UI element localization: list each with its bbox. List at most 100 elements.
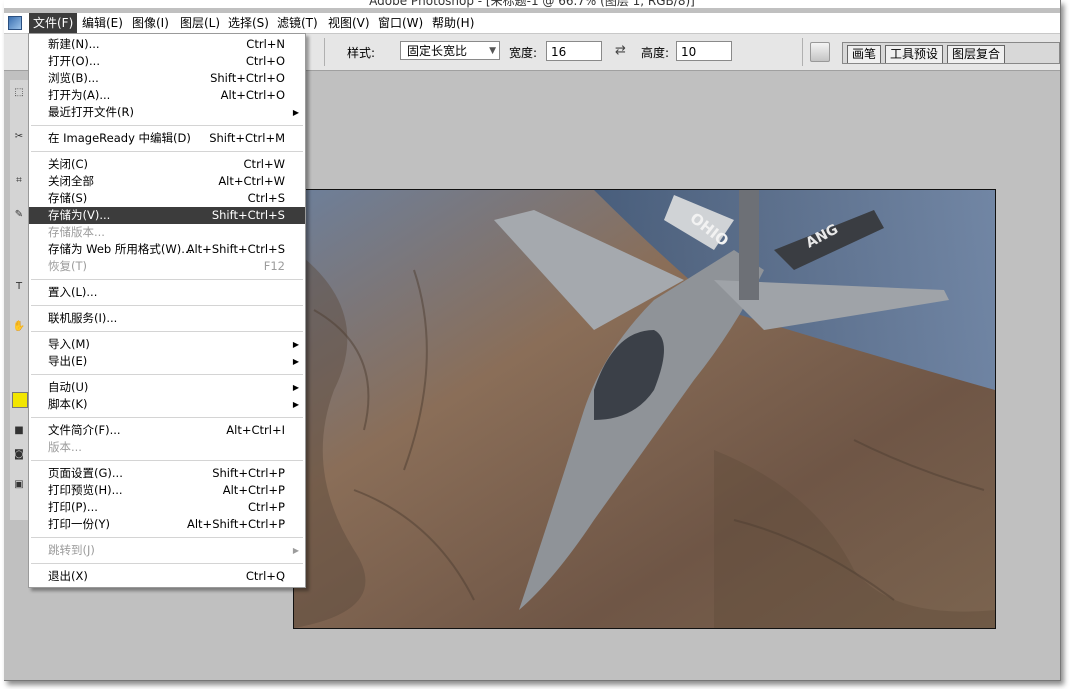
file-menu-item[interactable]: 导出(E) ▶ — [29, 353, 305, 370]
menu-item-label: 退出(X) — [48, 569, 88, 583]
menu-item-label: 关闭全部 — [48, 174, 94, 188]
tab-tool-presets[interactable]: 工具预设 — [885, 45, 944, 63]
file-menu-item[interactable]: 打印一份(Y) Alt+Shift+Ctrl+P — [29, 516, 305, 533]
menu-item-label: 在 ImageReady 中编辑(D) — [48, 131, 191, 145]
menu-item-label: 文件简介(F)... — [48, 423, 121, 437]
file-menu-item[interactable]: 打印(P)... Ctrl+P — [29, 499, 305, 516]
menu-item-label: 打印一份(Y) — [48, 517, 110, 531]
file-browser-icon[interactable] — [810, 42, 830, 62]
file-menu-item[interactable]: 文件简介(F)... Alt+Ctrl+I — [29, 422, 305, 439]
menu-separator — [31, 305, 303, 306]
brush-tool-icon[interactable]: ✎ — [12, 208, 26, 222]
menu-item-label: 脚本(K) — [48, 397, 88, 411]
quick-mask-icon[interactable]: ◙ — [12, 448, 26, 462]
menu-item-label: 存储为 Web 所用格式(W)... — [48, 242, 193, 256]
menu-item-label: 导入(M) — [48, 337, 90, 351]
menu-0[interactable]: 文件(F) — [29, 13, 78, 33]
menu-2[interactable]: 图像(I) — [128, 13, 173, 33]
file-menu-item[interactable]: 退出(X) Ctrl+Q — [29, 568, 305, 585]
file-menu-item[interactable]: 在 ImageReady 中编辑(D) Shift+Ctrl+M — [29, 130, 305, 147]
menu-separator — [31, 563, 303, 564]
file-menu-item[interactable]: 自动(U) ▶ — [29, 379, 305, 396]
foreground-color-icon[interactable] — [12, 392, 28, 408]
hand-tool-icon[interactable]: ✋ — [12, 320, 26, 334]
submenu-arrow-icon: ▶ — [292, 546, 299, 555]
style-select[interactable]: 固定长宽比 ▼ — [400, 41, 500, 60]
menu-separator — [31, 151, 303, 152]
file-menu-item[interactable]: 置入(L)... — [29, 284, 305, 301]
file-menu-item[interactable]: 打开(O)... Ctrl+O — [29, 53, 305, 70]
menu-3[interactable]: 图层(L) — [176, 13, 224, 33]
photoshop-app-icon[interactable] — [8, 16, 22, 30]
menu-item-label: 存储为(V)... — [48, 208, 111, 222]
menu-item-label: 置入(L)... — [48, 285, 98, 299]
submenu-arrow-icon: ▶ — [292, 383, 299, 392]
menu-item-shortcut: Ctrl+O — [245, 54, 285, 68]
file-menu-item[interactable]: 最近打开文件(R) ▶ — [29, 104, 305, 121]
menu-item-label: 恢复(T) — [48, 259, 87, 273]
crop-tool-icon[interactable]: ⌗ — [12, 174, 26, 188]
file-menu-item[interactable]: 打开为(A)... Alt+Ctrl+O — [29, 87, 305, 104]
file-menu-item[interactable]: 脚本(K) ▶ — [29, 396, 305, 413]
menu-item-shortcut: Ctrl+W — [243, 157, 285, 171]
type-tool-icon[interactable]: T — [12, 280, 26, 294]
file-menu-item[interactable]: 打印预览(H)... Alt+Ctrl+P — [29, 482, 305, 499]
menu-item-shortcut: Alt+Ctrl+I — [226, 423, 285, 437]
window-title: Adobe Photoshop - [未标题-1 @ 66.7% (图层 1, … — [4, 0, 1060, 8]
file-menu-item[interactable]: 浏览(B)... Shift+Ctrl+O — [29, 70, 305, 87]
menu-item-label: 导出(E) — [48, 354, 88, 368]
menu-item-label: 自动(U) — [48, 380, 89, 394]
menu-1[interactable]: 编辑(E) — [78, 13, 127, 33]
menu-item-label: 浏览(B)... — [48, 71, 99, 85]
file-menu-item[interactable]: 存储为 Web 所用格式(W)... Alt+Shift+Ctrl+S — [29, 241, 305, 258]
submenu-arrow-icon: ▶ — [292, 108, 299, 117]
file-menu-item[interactable]: 关闭全部 Alt+Ctrl+W — [29, 173, 305, 190]
menu-8[interactable]: 帮助(H) — [428, 13, 478, 33]
file-menu-item[interactable]: 页面设置(G)... Shift+Ctrl+P — [29, 465, 305, 482]
tab-brushes[interactable]: 画笔 — [847, 45, 882, 63]
menu-item-shortcut: Alt+Shift+Ctrl+S — [186, 242, 285, 256]
menu-item-shortcut: Ctrl+S — [247, 191, 285, 205]
file-menu-item[interactable]: 关闭(C) Ctrl+W — [29, 156, 305, 173]
screen-mode-icon[interactable]: ▣ — [12, 478, 26, 492]
menu-item-shortcut: Shift+Ctrl+M — [209, 131, 285, 145]
menu-item-label: 联机服务(I)... — [48, 311, 118, 325]
menu-separator — [31, 374, 303, 375]
lasso-tool-icon[interactable]: ✂ — [12, 130, 26, 144]
tab-layer-comps[interactable]: 图层复合 — [947, 45, 1006, 63]
menu-item-label: 打印预览(H)... — [48, 483, 123, 497]
menu-item-shortcut: Alt+Shift+Ctrl+P — [186, 517, 285, 531]
file-menu-item[interactable]: 存储(S) Ctrl+S — [29, 190, 305, 207]
swap-dimensions-icon[interactable]: ⇄ — [615, 43, 626, 58]
menu-separator — [31, 460, 303, 461]
default-colors-icon[interactable]: ■ — [12, 424, 26, 438]
menu-item-shortcut: Shift+Ctrl+P — [212, 466, 285, 480]
height-input[interactable]: 10 — [676, 41, 732, 61]
file-menu-item: 存储版本... — [29, 224, 305, 241]
photoshop-window: Adobe Photoshop - [未标题-1 @ 66.7% (图层 1, … — [4, 0, 1061, 681]
style-select-value: 固定长宽比 — [407, 44, 468, 58]
menu-item-shortcut: Ctrl+P — [247, 500, 285, 514]
document-canvas[interactable]: OHIO ANG — [293, 189, 996, 629]
marquee-tool-icon[interactable]: ⬚ — [12, 86, 26, 100]
menu-5[interactable]: 滤镜(T) — [273, 13, 322, 33]
fighter-jet-photo: OHIO ANG — [294, 190, 995, 628]
width-input[interactable]: 16 — [546, 41, 602, 61]
menu-item-shortcut: Shift+Ctrl+S — [211, 208, 285, 222]
menu-separator — [31, 125, 303, 126]
file-menu-item[interactable]: 导入(M) ▶ — [29, 336, 305, 353]
file-menu-item[interactable]: 新建(N)... Ctrl+N — [29, 36, 305, 53]
style-label: 样式: — [347, 46, 376, 60]
menu-item-shortcut: Ctrl+Q — [245, 569, 285, 583]
menu-6[interactable]: 视图(V) — [324, 13, 374, 33]
menu-7[interactable]: 窗口(W) — [374, 13, 427, 33]
file-menu-item[interactable]: 存储为(V)... Shift+Ctrl+S — [29, 207, 305, 224]
menu-item-label: 存储(S) — [48, 191, 88, 205]
menu-item-label: 新建(N)... — [48, 37, 100, 51]
options-separator — [802, 38, 803, 66]
menu-4[interactable]: 选择(S) — [224, 13, 273, 33]
menu-separator — [31, 537, 303, 538]
width-label: 宽度: — [509, 46, 538, 60]
file-menu-dropdown: 新建(N)... Ctrl+N 打开(O)... Ctrl+O 浏览(B)... Shif… — [28, 33, 306, 588]
file-menu-item[interactable]: 联机服务(I)... — [29, 310, 305, 327]
